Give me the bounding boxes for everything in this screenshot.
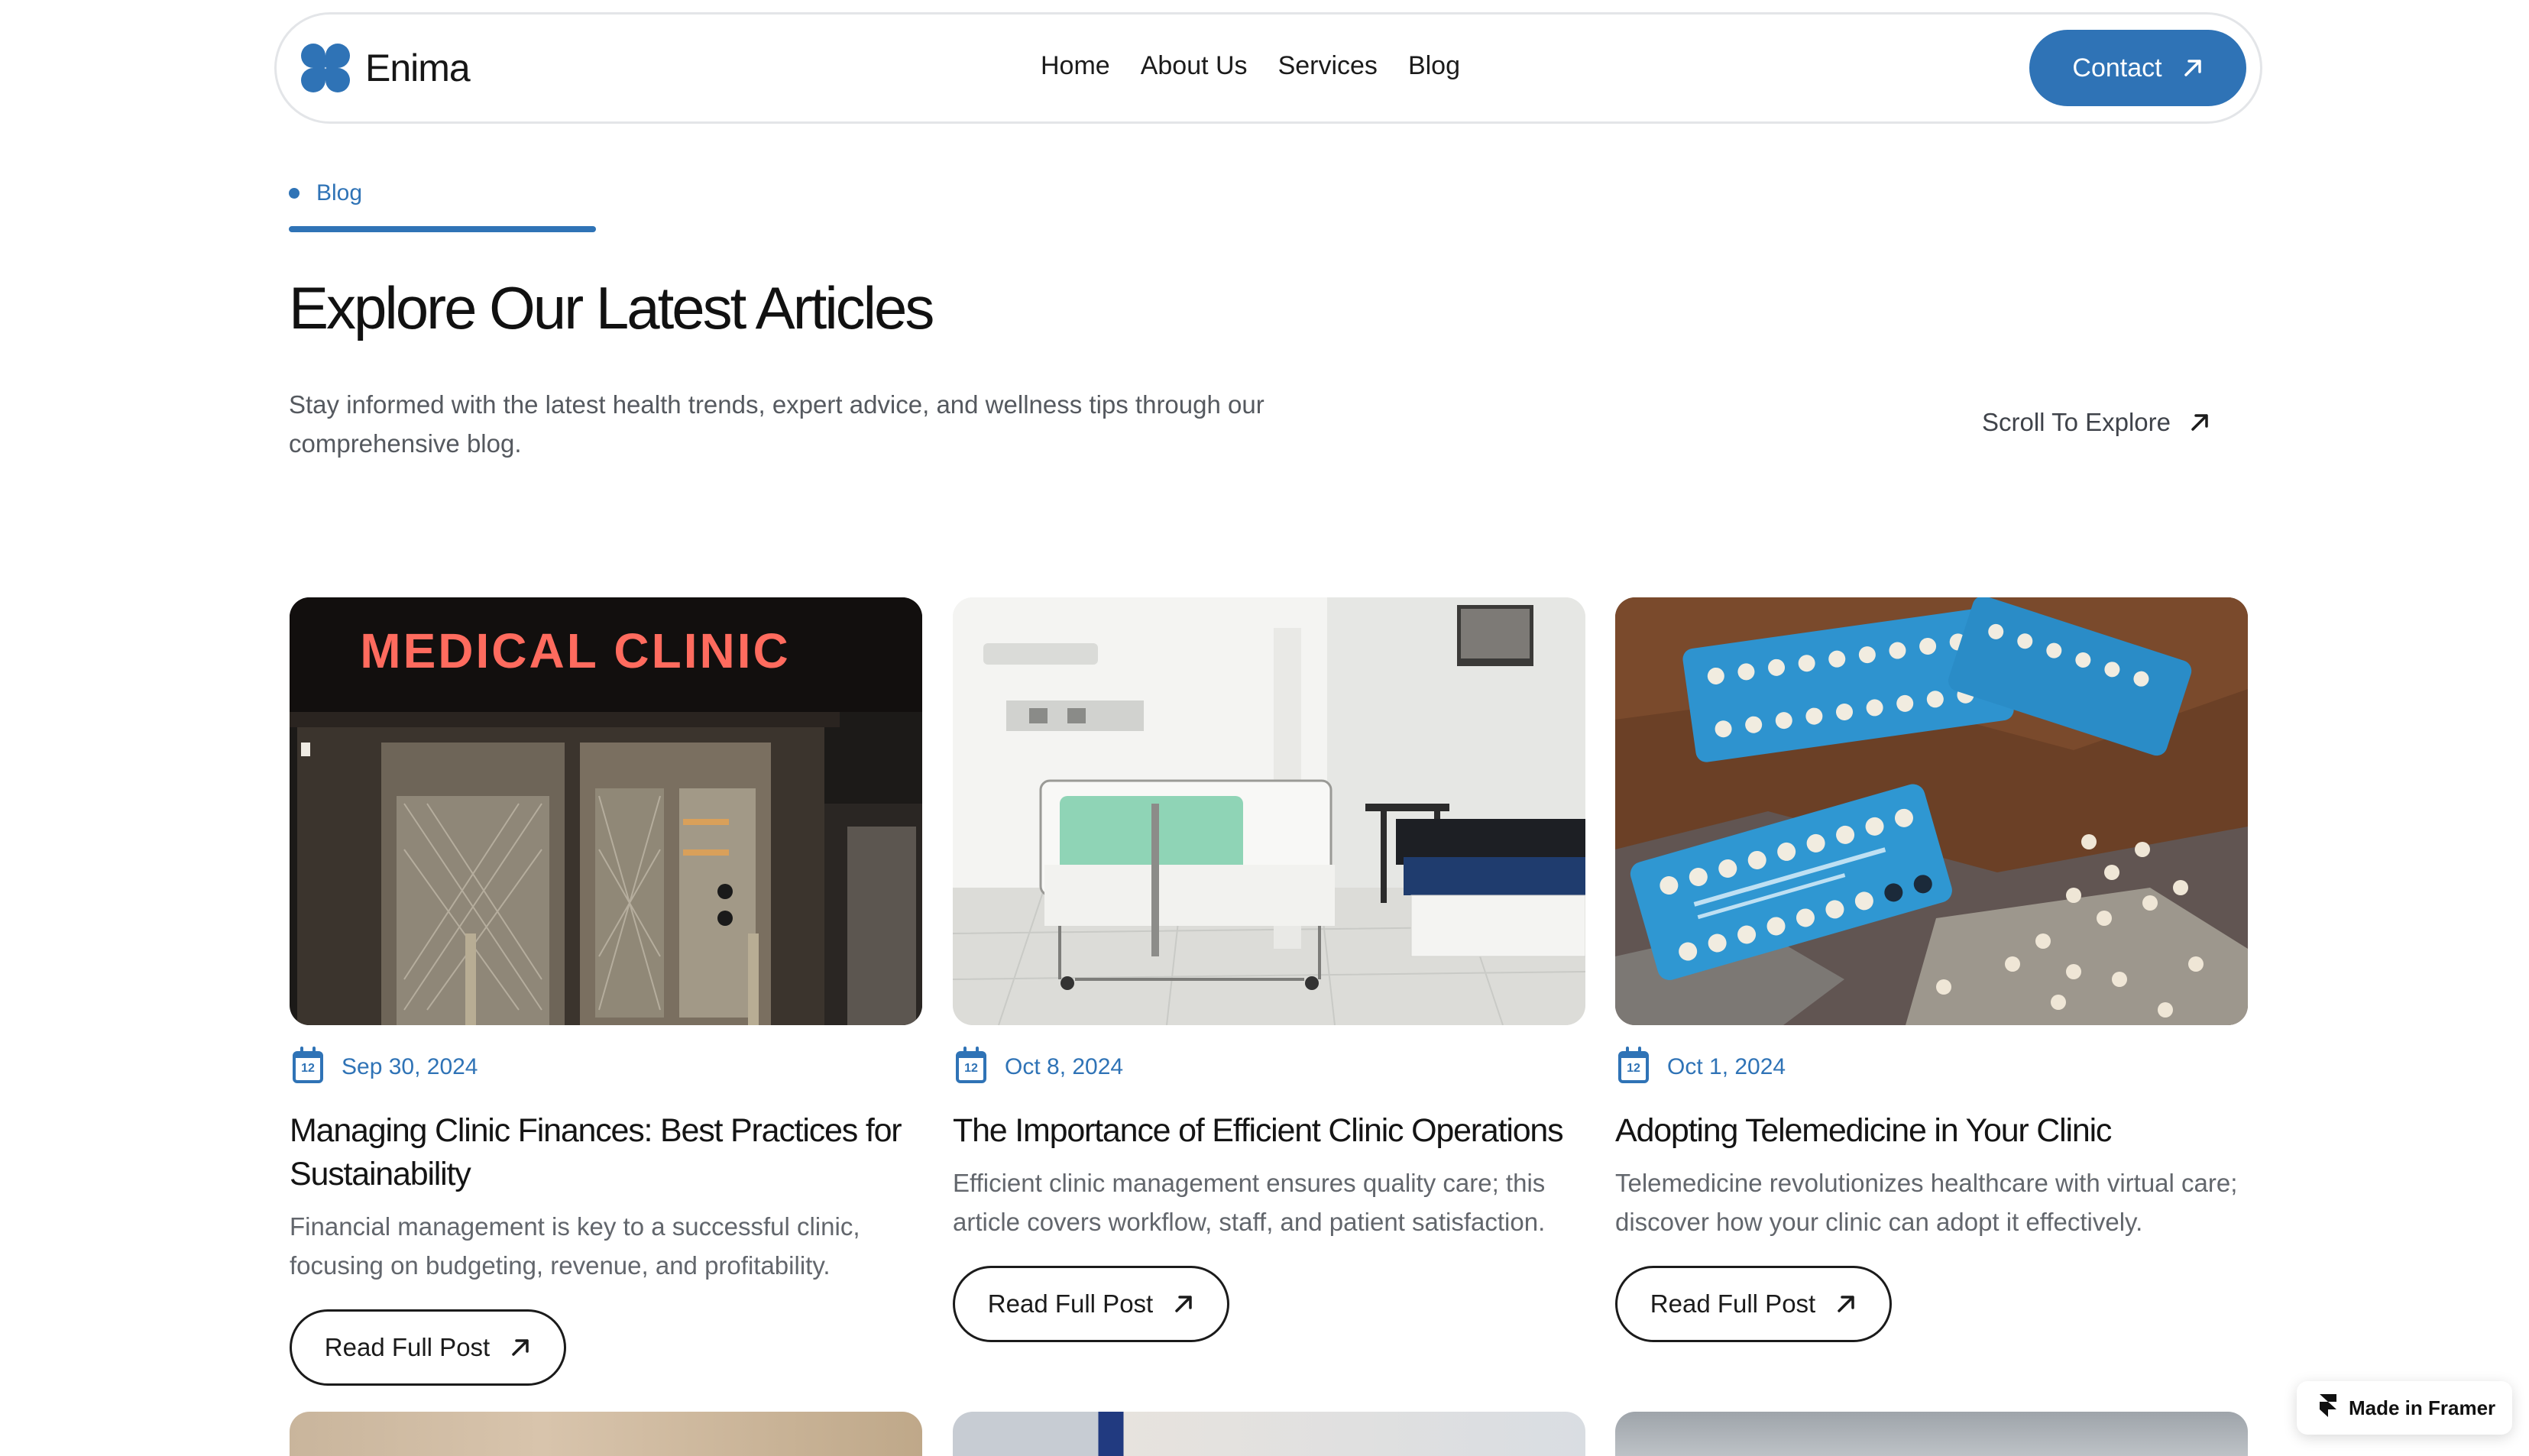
- arrow-up-right-icon: [1835, 1293, 1857, 1315]
- read-full-post-button[interactable]: Read Full Post: [290, 1309, 566, 1386]
- logo-icon: [301, 44, 350, 92]
- page-title: Explore Our Latest Articles: [289, 274, 934, 341]
- contact-button-label: Contact: [2072, 53, 2162, 83]
- brand-name: Enima: [365, 47, 471, 89]
- page-subtitle: Stay informed with the latest health tre…: [289, 390, 1264, 458]
- post-meta: 12 Oct 1, 2024: [1615, 1047, 2248, 1083]
- read-full-post-button[interactable]: Read Full Post: [953, 1266, 1229, 1342]
- scroll-label: Scroll To Explore: [1982, 408, 2171, 436]
- read-full-post-label: Read Full Post: [324, 1333, 491, 1361]
- nav-services-link[interactable]: Services: [1278, 51, 1378, 81]
- post-title[interactable]: The Importance of Efficient Clinic Opera…: [953, 1109, 1585, 1153]
- read-full-post-label: Read Full Post: [987, 1289, 1154, 1318]
- made-in-framer-badge[interactable]: Made in Framer: [2297, 1381, 2512, 1435]
- post-date: Oct 1, 2024: [1667, 1054, 1786, 1079]
- scroll-to-explore-link[interactable]: Scroll To Explore: [1982, 408, 2210, 437]
- post-image-pill-packs[interactable]: [1615, 597, 2248, 1025]
- nav-about-link[interactable]: About Us: [1141, 51, 1248, 81]
- top-navbar: Enima Home About Us Services Blog Contac…: [274, 12, 2262, 124]
- eyebrow-label: Blog: [316, 180, 363, 205]
- blog-card: MEDICAL CLINIC 12 Sep 30, 2024 Managing …: [290, 597, 922, 1386]
- read-full-post-label: Read Full Post: [1650, 1289, 1816, 1318]
- eyebrow-dot: [289, 188, 300, 199]
- next-post-image[interactable]: [1615, 1412, 2248, 1456]
- read-full-post-button[interactable]: Read Full Post: [1615, 1266, 1892, 1342]
- eyebrow-underline: [289, 226, 596, 232]
- post-excerpt: Efficient clinic management ensures qual…: [953, 1169, 1546, 1236]
- arrow-up-right-icon: [1173, 1293, 1194, 1315]
- nav-blog-link[interactable]: Blog: [1408, 51, 1460, 81]
- calendar-icon: 12: [956, 1047, 986, 1083]
- post-excerpt: Financial management is key to a success…: [290, 1212, 860, 1280]
- nav-home-link[interactable]: Home: [1041, 51, 1110, 81]
- post-image-hospital-room[interactable]: [953, 597, 1585, 1025]
- next-post-image[interactable]: [953, 1412, 1585, 1456]
- framer-badge-label: Made in Framer: [2349, 1396, 2496, 1419]
- post-meta: 12 Oct 8, 2024: [953, 1047, 1585, 1083]
- main-menu: Home About Us Services Blog: [1041, 51, 1460, 81]
- section-eyebrow: Blog: [289, 180, 362, 206]
- contact-button[interactable]: Contact: [2029, 30, 2246, 106]
- calendar-icon: 12: [293, 1047, 323, 1083]
- post-excerpt: Telemedicine revolutionizes healthcare w…: [1615, 1169, 2238, 1236]
- post-date: Oct 8, 2024: [1005, 1054, 1124, 1079]
- arrow-up-right-icon: [2182, 57, 2204, 79]
- post-meta: 12 Sep 30, 2024: [290, 1047, 922, 1083]
- arrow-up-right-icon: [510, 1337, 531, 1358]
- blog-card: 12 Oct 1, 2024 Adopting Telemedicine in …: [1615, 597, 2248, 1342]
- post-date: Sep 30, 2024: [342, 1054, 478, 1079]
- framer-icon: [2318, 1393, 2338, 1424]
- next-post-image[interactable]: [290, 1412, 922, 1456]
- post-image-medical-clinic[interactable]: MEDICAL CLINIC: [290, 597, 922, 1025]
- calendar-icon: 12: [1618, 1047, 1649, 1083]
- clinic-sign-text: MEDICAL CLINIC: [360, 623, 790, 678]
- arrow-up-right-icon: [2189, 412, 2210, 433]
- blog-card: 12 Oct 8, 2024 The Importance of Efficie…: [953, 597, 1585, 1342]
- post-title[interactable]: Managing Clinic Finances: Best Practices…: [290, 1109, 922, 1196]
- post-title[interactable]: Adopting Telemedicine in Your Clinic: [1615, 1109, 2248, 1153]
- brand-logo[interactable]: Enima: [301, 44, 471, 92]
